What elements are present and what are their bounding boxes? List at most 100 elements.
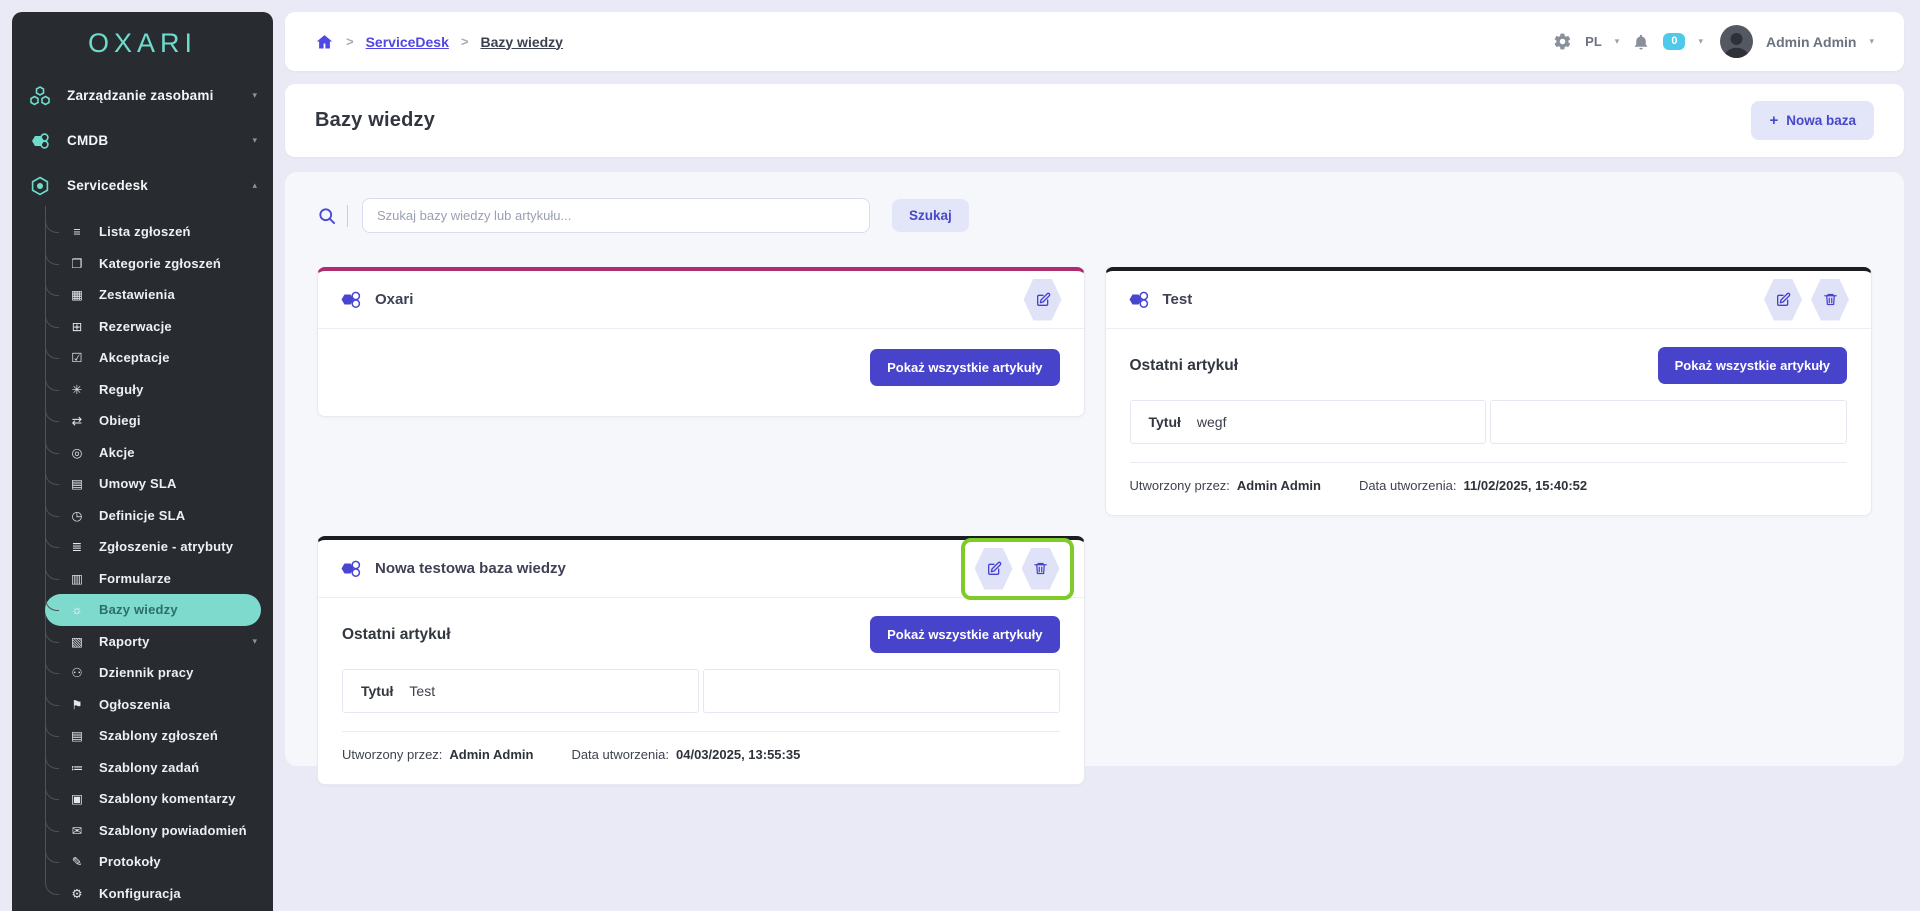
chevron-down-icon[interactable]: ▾ xyxy=(1615,36,1620,47)
notification-badge[interactable]: 0 xyxy=(1663,33,1685,50)
rules-icon: ✳ xyxy=(67,382,87,397)
sidebar-subitem[interactable]: ⚙ Konfiguracja xyxy=(45,878,261,910)
home-icon[interactable] xyxy=(315,33,334,51)
new-base-button[interactable]: + Nowa baza xyxy=(1751,101,1874,140)
knowledge-base-card-oxari: Oxari Pokaż wszystkie artykuły xyxy=(317,267,1085,417)
sidebar-subitem[interactable]: ▤ Szablony zgłoszeń xyxy=(45,720,261,752)
sidebar-subitem[interactable]: ✳ Reguły xyxy=(45,374,261,406)
chevron-down-icon: ▾ xyxy=(252,90,257,101)
article-empty-cell xyxy=(703,669,1060,713)
sidebar-item-servicedesk[interactable]: Servicedesk ▴ xyxy=(12,163,273,208)
sidebar-subitem-label: Obiegi xyxy=(99,413,141,428)
show-all-articles-button[interactable]: Pokaż wszystkie artykuły xyxy=(870,616,1059,653)
sidebar-subitem-label: Raporty xyxy=(99,634,150,649)
sidebar-subitem-label: Zgłoszenie - atrybuty xyxy=(99,539,233,554)
sidebar-subitem[interactable]: ☼ Bazy wiedzy xyxy=(45,594,261,626)
sidebar-subitem-label: Lista zgłoszeń xyxy=(99,224,191,239)
breadcrumb-link-servicedesk[interactable]: ServiceDesk xyxy=(366,34,449,50)
language-selector[interactable]: PL xyxy=(1585,34,1602,49)
card-body: Ostatni artykuł Pokaż wszystkie artykuły… xyxy=(318,598,1084,784)
knowledge-base-icon xyxy=(340,289,362,311)
last-article-heading: Ostatni artykuł xyxy=(342,626,451,644)
notification-templates-icon: ✉ xyxy=(67,823,87,838)
sidebar-subitem-label: Formularze xyxy=(99,571,171,586)
edit-button[interactable] xyxy=(1024,279,1062,321)
topbar: > ServiceDesk > Bazy wiedzy PL ▾ 0 ▾ xyxy=(285,12,1904,71)
sidebar-subitem[interactable]: ▧ Raporty ▾ xyxy=(45,626,261,658)
knowledge-base-card-nowa-testowa: Nowa testowa baza wiedzy xyxy=(317,536,1085,785)
divider xyxy=(347,205,348,227)
article-title-value: wegf xyxy=(1197,414,1227,430)
card-actions xyxy=(1024,279,1062,321)
sidebar-subitem[interactable]: ▥ Formularze xyxy=(45,563,261,595)
gear-icon[interactable] xyxy=(1553,32,1572,51)
search-button[interactable]: Szukaj xyxy=(892,199,969,232)
list-icon: ≡ xyxy=(67,225,87,239)
sidebar-subitem-label: Dziennik pracy xyxy=(99,665,194,680)
search-input[interactable] xyxy=(362,198,870,233)
card-body: Ostatni artykuł Pokaż wszystkie artykuły… xyxy=(1106,329,1872,515)
breadcrumb: > ServiceDesk > Bazy wiedzy xyxy=(315,33,563,51)
knowledge-base-grid: Oxari Pokaż wszystkie artykuły xyxy=(317,267,1872,785)
sidebar-subitem[interactable]: ⚇ Dziennik pracy xyxy=(45,657,261,689)
article-title-cell: Tytuł Test xyxy=(342,669,699,713)
sidebar-subitem[interactable]: ≣ Zgłoszenie - atrybuty xyxy=(45,531,261,563)
edit-button[interactable] xyxy=(975,548,1013,590)
page: OXARI Zarządzanie zasobami ▾ CMDB xyxy=(0,0,1920,911)
avatar[interactable] xyxy=(1720,25,1753,58)
servicedesk-eye-icon xyxy=(27,173,53,199)
card-title: Nowa testowa baza wiedzy xyxy=(375,560,566,577)
edit-button[interactable] xyxy=(1764,279,1802,321)
chevron-down-icon[interactable]: ▾ xyxy=(1869,36,1874,47)
table-icon: ▦ xyxy=(67,287,87,302)
show-all-articles-button[interactable]: Pokaż wszystkie artykuły xyxy=(1658,347,1847,384)
sidebar-subitem[interactable]: ▦ Zestawienia xyxy=(45,279,261,311)
sidebar-subitem[interactable]: ❐ Kategorie zgłoszeń xyxy=(45,248,261,280)
sidebar-subitem-label: Umowy SLA xyxy=(99,476,177,491)
knowledge-base-card-test: Test xyxy=(1105,267,1873,516)
created-at-value: 11/02/2025, 15:40:52 xyxy=(1464,478,1588,493)
sidebar-subitem-label: Szablony komentarzy xyxy=(99,791,236,806)
created-by-label: Utworzony przez: xyxy=(342,747,442,762)
sidebar-subitem[interactable]: ◎ Akcje xyxy=(45,437,261,469)
sidebar-subitem-label: Szablony zadań xyxy=(99,760,199,775)
card-title: Oxari xyxy=(375,291,413,308)
ticket-templates-icon: ▤ xyxy=(67,728,87,743)
sidebar-subitem[interactable]: ▤ Umowy SLA xyxy=(45,468,261,500)
sidebar-item-cmdb[interactable]: CMDB ▾ xyxy=(12,118,273,163)
breadcrumb-separator: > xyxy=(461,34,469,49)
sidebar-subitem[interactable]: ☑ Akceptacje xyxy=(45,342,261,374)
show-all-articles-button[interactable]: Pokaż wszystkie artykuły xyxy=(870,349,1059,386)
card-actions xyxy=(1764,279,1849,321)
bell-icon[interactable] xyxy=(1632,33,1650,51)
hexagon-cluster-icon xyxy=(27,83,53,109)
chevron-down-icon[interactable]: ▾ xyxy=(1698,36,1703,47)
card-header: Oxari xyxy=(318,271,1084,329)
user-menu[interactable]: Admin Admin xyxy=(1766,34,1856,50)
chevron-down-icon: ▾ xyxy=(252,636,261,647)
sidebar-subitem[interactable]: ≔ Szablony zadań xyxy=(45,752,261,784)
categories-icon: ❐ xyxy=(67,256,87,271)
sidebar-subitem[interactable]: ⇄ Obiegi xyxy=(45,405,261,437)
delete-button[interactable] xyxy=(1022,548,1060,590)
breadcrumb-current: Bazy wiedzy xyxy=(480,34,562,50)
sidebar-subitem-label: Reguły xyxy=(99,382,144,397)
card-header: Nowa testowa baza wiedzy xyxy=(318,540,1084,598)
worklog-icon: ⚇ xyxy=(67,665,87,680)
sidebar-subitem-label: Rezerwacje xyxy=(99,319,172,334)
chevron-down-icon: ▾ xyxy=(252,135,257,146)
search-bar: Szukaj xyxy=(317,198,1872,233)
sidebar-subitem[interactable]: ◷ Definicje SLA xyxy=(45,500,261,532)
sidebar-subitem[interactable]: ▣ Szablony komentarzy xyxy=(45,783,261,815)
sidebar-subitem-label: Akceptacje xyxy=(99,350,170,365)
sidebar-subitem[interactable]: ✎ Protokoły xyxy=(45,846,261,878)
sidebar-subitem[interactable]: ⊞ Rezerwacje xyxy=(45,311,261,343)
calendar-icon: ⊞ xyxy=(67,319,87,334)
card-title: Test xyxy=(1163,291,1193,308)
sidebar-subitem[interactable]: ≡ Lista zgłoszeń xyxy=(45,216,261,248)
created-at-label: Data utworzenia: xyxy=(571,747,669,762)
sidebar-subitem[interactable]: ⚑ Ogłoszenia xyxy=(45,689,261,721)
sidebar-subitem[interactable]: ✉ Szablony powiadomień xyxy=(45,815,261,847)
sidebar-item-zarzadzanie-zasobami[interactable]: Zarządzanie zasobami ▾ xyxy=(12,73,273,118)
delete-button[interactable] xyxy=(1811,279,1849,321)
